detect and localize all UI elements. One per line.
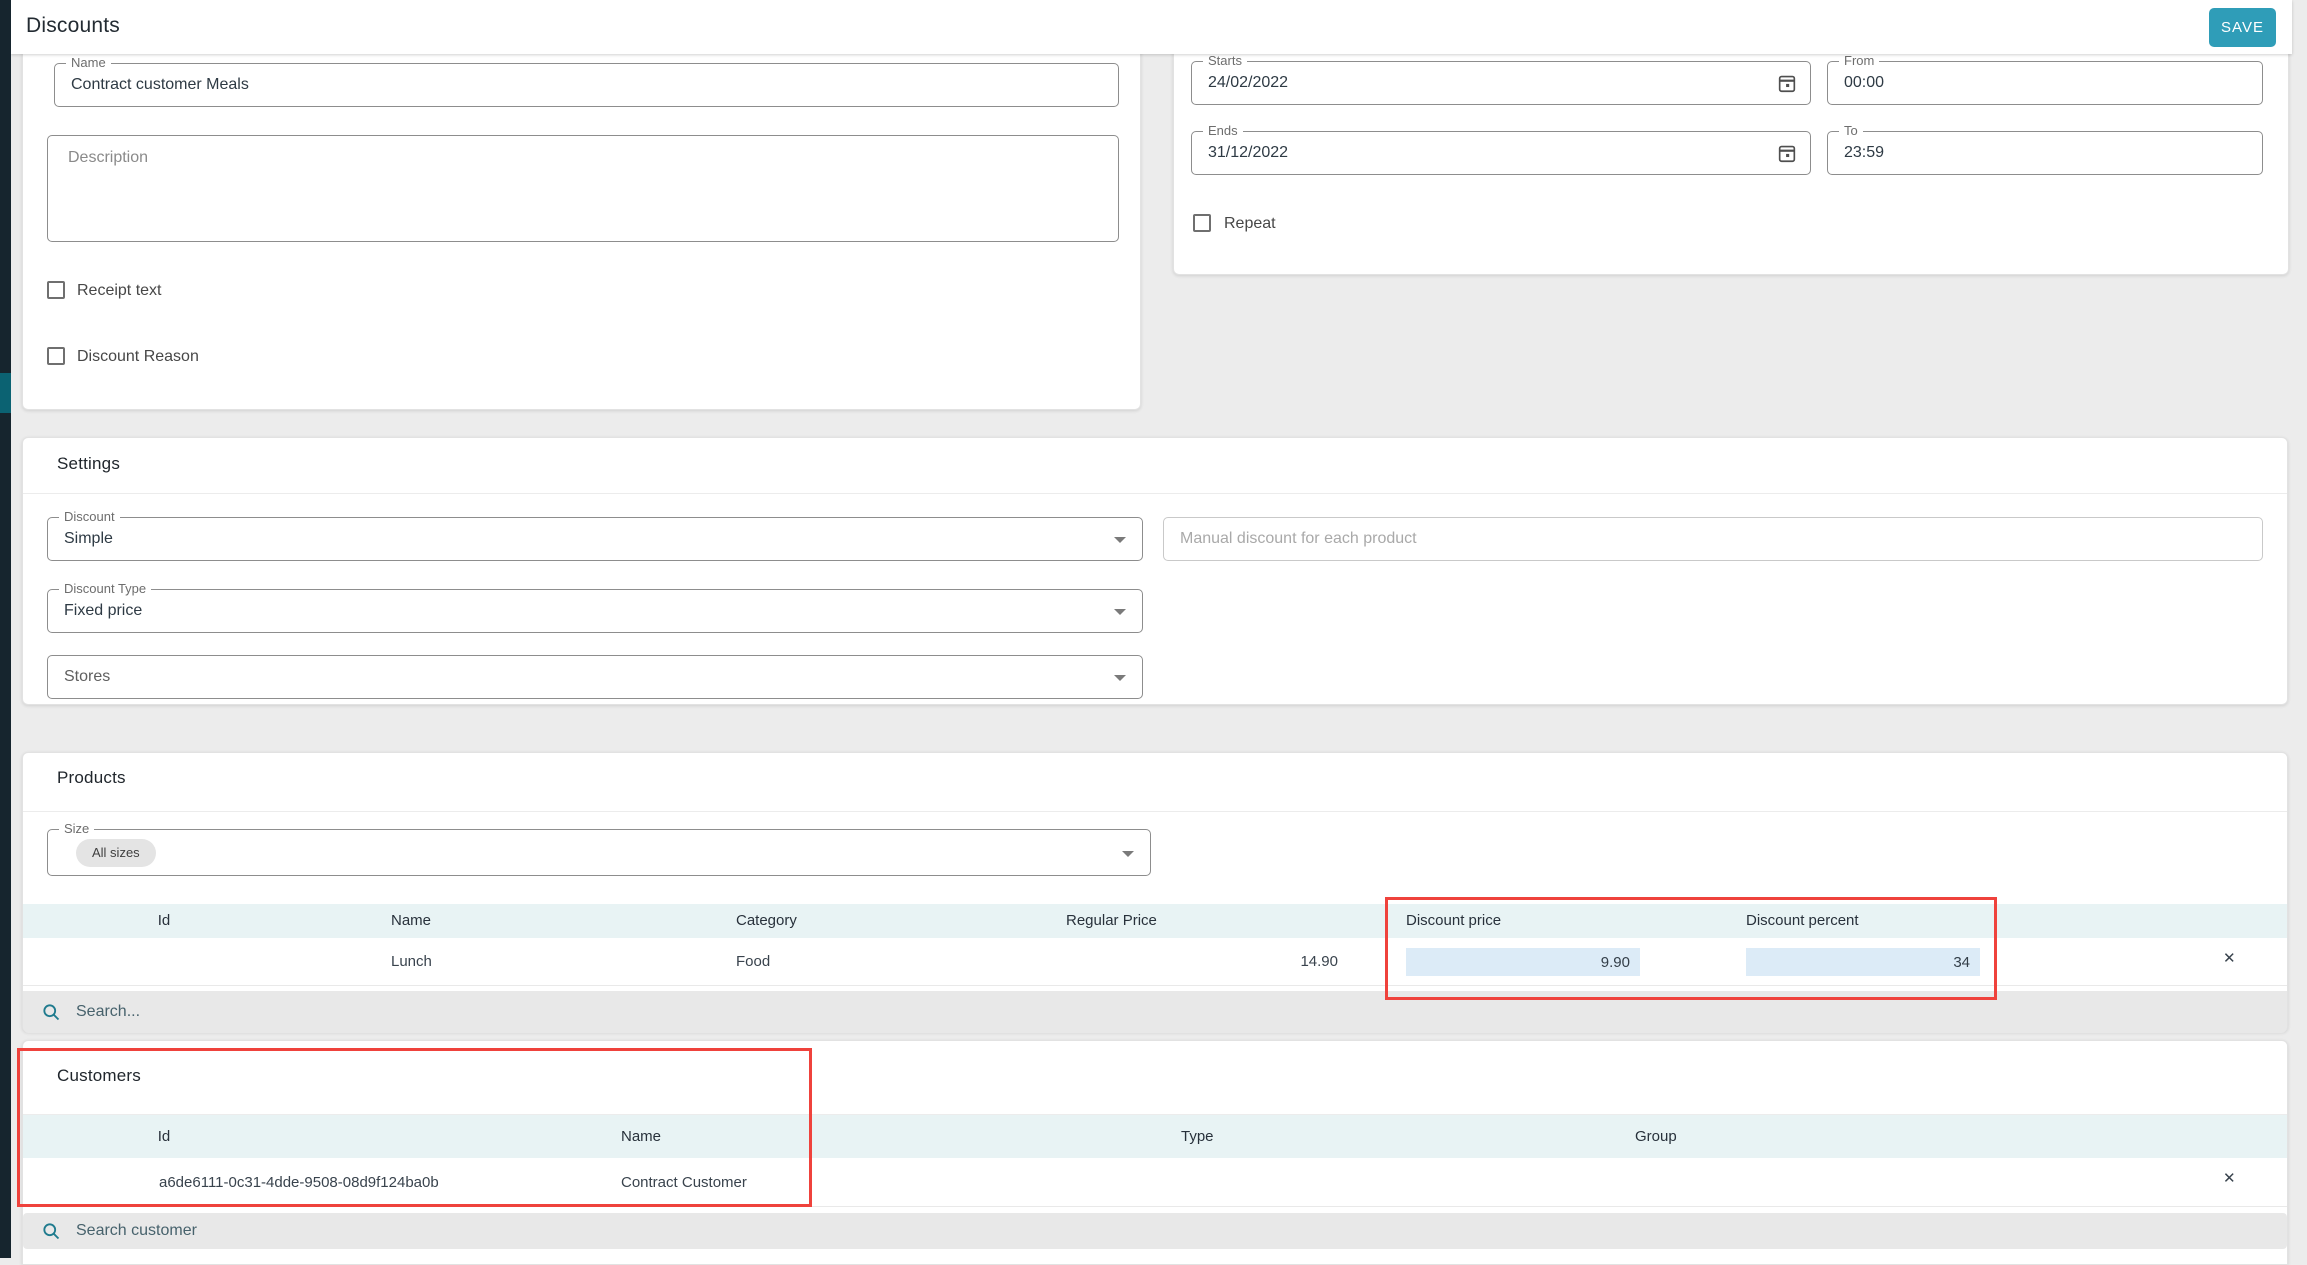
customers-title: Customers [57, 1066, 141, 1086]
name-input[interactable] [55, 64, 1118, 106]
product-table-row: Lunch Food 14.90 ✕ [23, 938, 2287, 986]
stores-select[interactable]: Stores [47, 655, 1143, 699]
discount-type-select-value: Fixed price [64, 590, 142, 632]
from-input[interactable] [1828, 62, 2262, 104]
size-chip-all-sizes[interactable]: All sizes [76, 839, 156, 867]
customers-col-id: Id [139, 1115, 189, 1158]
description-textarea[interactable] [48, 136, 1118, 241]
nav-active-item-sliver [0, 373, 11, 413]
products-col-discount-price: Discount price [1406, 904, 1501, 938]
to-input[interactable] [1828, 132, 2262, 174]
remove-product-icon[interactable]: ✕ [2223, 951, 2236, 966]
product-category-cell: Food [736, 938, 770, 986]
product-discount-percent-input[interactable] [1746, 948, 1980, 976]
products-col-regular-price: Regular Price [1066, 904, 1157, 938]
repeat-label: Repeat [1224, 215, 1276, 233]
description-field[interactable]: Description [47, 135, 1119, 242]
customers-table-header: Id Name Type Group [23, 1115, 2287, 1158]
discount-type-select[interactable]: Discount Type Fixed price [47, 589, 1143, 633]
customers-search-row [23, 1213, 2287, 1249]
save-button[interactable]: SAVE [2209, 8, 2276, 47]
repeat-checkbox[interactable] [1193, 214, 1211, 232]
receipt-text-label: Receipt text [77, 282, 161, 300]
general-info-card: Name Description Receipt text Discount R… [22, 40, 1141, 410]
customers-card: Customers Id Name Type Group a6de6111-0c… [22, 1040, 2288, 1265]
chevron-down-icon [1114, 675, 1126, 681]
discount-select-value: Simple [64, 518, 113, 560]
products-col-category: Category [736, 904, 797, 938]
product-regular-price-cell: 14.90 [1238, 938, 1338, 986]
manual-discount-input[interactable] [1164, 518, 2262, 560]
calendar-icon[interactable] [1776, 72, 1798, 99]
remove-customer-icon[interactable]: ✕ [2223, 1171, 2236, 1186]
chevron-down-icon [1122, 851, 1134, 857]
products-col-discount-percent: Discount percent [1746, 904, 1859, 938]
customer-id-cell: a6de6111-0c31-4dde-9508-08d9f124ba0b [159, 1158, 439, 1207]
schedule-card: Starts From Ends To Repeat [1173, 40, 2289, 275]
products-table-header: Id Name Category Regular Price Discount … [23, 904, 2287, 938]
discount-select[interactable]: Discount Simple [47, 517, 1143, 561]
settings-card: Settings Discount Simple Discount Type F… [22, 437, 2288, 705]
chevron-down-icon [1114, 609, 1126, 615]
customer-table-row: a6de6111-0c31-4dde-9508-08d9f124ba0b Con… [23, 1158, 2287, 1207]
search-icon [41, 1002, 61, 1022]
customers-search-input[interactable] [76, 1213, 676, 1249]
to-field[interactable]: To [1827, 131, 2263, 175]
products-col-name: Name [391, 904, 431, 938]
products-divider [23, 811, 2287, 812]
products-search-row [23, 991, 2287, 1033]
manual-discount-field[interactable] [1163, 517, 2263, 561]
customers-col-name: Name [621, 1115, 661, 1158]
products-search-input[interactable] [76, 991, 676, 1033]
settings-divider [23, 493, 2287, 494]
ends-field[interactable]: Ends [1191, 131, 1811, 175]
starts-input[interactable] [1192, 62, 1752, 104]
stores-select-label: Stores [64, 656, 110, 698]
name-field[interactable]: Name [54, 63, 1119, 107]
size-select-label: Size [59, 822, 94, 836]
search-icon [41, 1221, 61, 1241]
from-field[interactable]: From [1827, 61, 2263, 105]
page-title: Discounts [26, 14, 120, 38]
discount-reason-label: Discount Reason [77, 348, 199, 366]
nav-sidebar-sliver [0, 0, 11, 1258]
receipt-text-checkbox[interactable] [47, 281, 65, 299]
size-select[interactable]: Size All sizes [47, 829, 1151, 876]
product-discount-price-input[interactable] [1406, 948, 1640, 976]
customers-col-group: Group [1635, 1115, 1677, 1158]
products-card: Products Size All sizes Id Name Category… [22, 752, 2288, 1032]
app-top-bar: Discounts SAVE [11, 0, 2292, 54]
chevron-down-icon [1114, 537, 1126, 543]
products-col-id: Id [139, 904, 189, 938]
starts-field[interactable]: Starts [1191, 61, 1811, 105]
discount-reason-checkbox[interactable] [47, 347, 65, 365]
product-name-cell: Lunch [391, 938, 432, 986]
customer-name-cell: Contract Customer [621, 1158, 747, 1207]
customers-col-type: Type [1181, 1115, 1214, 1158]
ends-input[interactable] [1192, 132, 1752, 174]
settings-title: Settings [57, 454, 120, 474]
calendar-icon[interactable] [1776, 142, 1798, 169]
products-title: Products [57, 768, 126, 788]
